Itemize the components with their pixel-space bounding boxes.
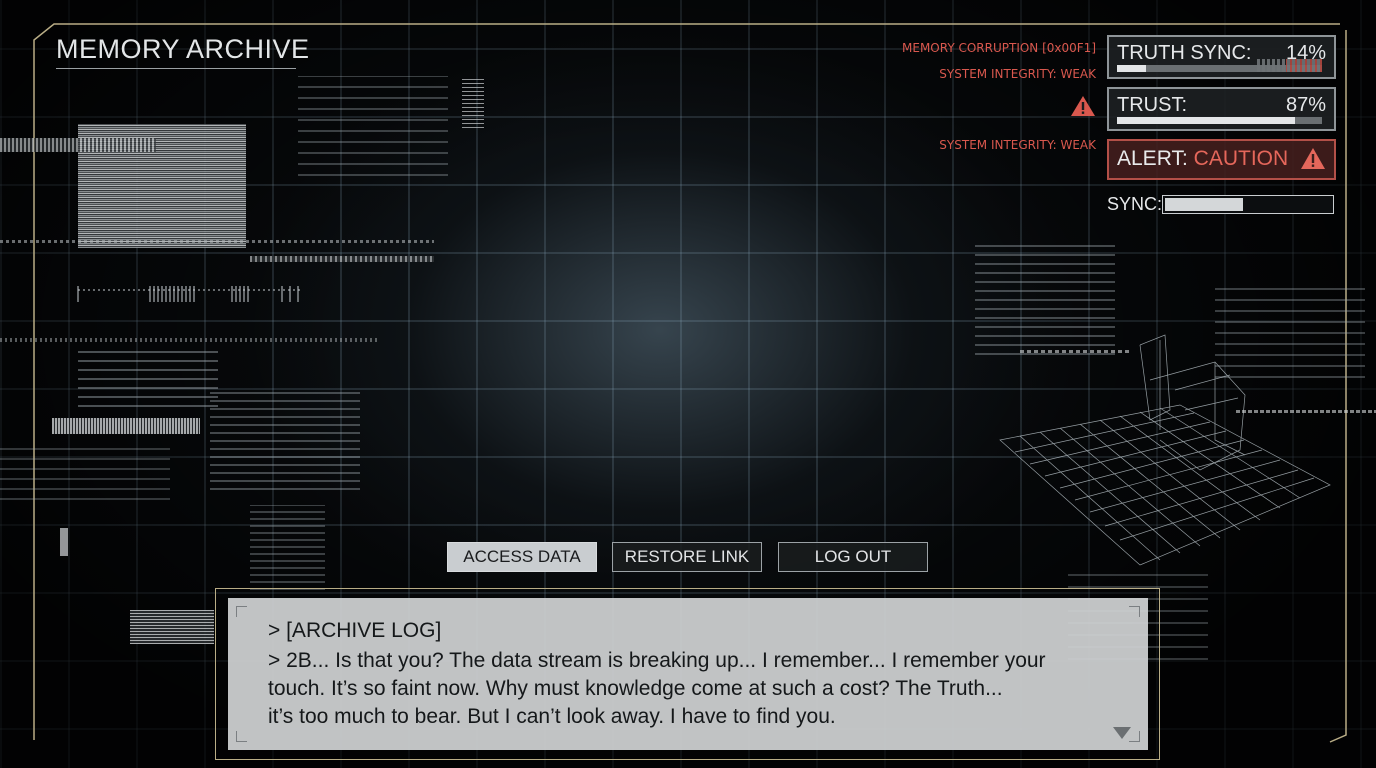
warning-triangle-icon xyxy=(1071,96,1095,116)
code-texture xyxy=(0,440,170,500)
code-texture xyxy=(250,505,325,590)
code-texture xyxy=(78,345,218,407)
alert-label: ALERT: CAUTION xyxy=(1117,147,1289,170)
truth-sync-bar-ticks xyxy=(1257,59,1322,72)
title-underline xyxy=(56,68,296,69)
dialog-corner xyxy=(236,731,247,742)
alert-panel: ALERT: CAUTION xyxy=(1107,139,1336,180)
access-data-button[interactable]: ACCESS DATA xyxy=(447,542,597,572)
truth-sync-bar xyxy=(1117,59,1322,72)
glitch-block xyxy=(60,528,68,556)
glitch-block xyxy=(0,240,434,243)
code-texture xyxy=(975,245,1115,355)
glitch-block xyxy=(462,78,484,128)
truth-sync-label: TRUTH SYNC: xyxy=(1117,42,1252,64)
restore-link-button[interactable]: RESTORE LINK xyxy=(612,542,762,572)
trust-label: TRUST: xyxy=(1117,94,1187,116)
glitch-block xyxy=(52,418,200,434)
glitch-block xyxy=(1236,410,1376,413)
sync-bar-fill xyxy=(1165,198,1244,211)
page-title: MEMORY ARCHIVE xyxy=(56,34,310,64)
dialog-line-1: > [ARCHIVE LOG] xyxy=(268,619,442,642)
glitch-block xyxy=(0,138,156,152)
trust-panel: TRUST: 87% xyxy=(1107,87,1336,131)
glitch-block xyxy=(130,610,214,644)
dialog-line-3: touch. It’s so faint now. Why must knowl… xyxy=(268,677,1003,700)
sync-bar xyxy=(1162,195,1334,214)
dialog-corner xyxy=(1129,606,1140,617)
triangle-down-icon[interactable] xyxy=(1112,726,1132,740)
waveform-strip xyxy=(77,286,300,302)
code-texture xyxy=(1215,288,1365,378)
dialog-line-4: it’s too much to bear. But I can’t look … xyxy=(268,705,836,728)
dialog-line-2: > 2B... Is that you? The data stream is … xyxy=(268,649,1046,672)
code-texture xyxy=(298,76,448,176)
dialog-corner xyxy=(236,606,247,617)
dialog-box[interactable]: > [ARCHIVE LOG] > 2B... Is that you? The… xyxy=(228,598,1148,750)
trust-value: 87% xyxy=(1285,94,1326,116)
trust-bar xyxy=(1117,117,1322,124)
truth-sync-bar-fill xyxy=(1117,65,1146,72)
sync-label: SYNC: xyxy=(1107,194,1163,214)
alert-value: CAUTION xyxy=(1193,147,1289,170)
log-out-button[interactable]: LOG OUT xyxy=(778,542,928,572)
code-texture xyxy=(210,390,360,490)
system-integrity-warning-2: SYSTEM INTEGRITY: WEAK xyxy=(939,138,1096,152)
memory-corruption-warning: MEMORY CORRUPTION [0x00F1] xyxy=(902,41,1096,55)
glitch-block xyxy=(0,338,380,342)
truth-sync-panel: TRUTH SYNC: 14% xyxy=(1107,35,1336,79)
glitch-block xyxy=(250,256,434,262)
trust-bar-fill xyxy=(1117,117,1296,124)
system-integrity-warning: SYSTEM INTEGRITY: WEAK xyxy=(939,67,1096,81)
warning-triangle-icon xyxy=(1301,148,1325,169)
